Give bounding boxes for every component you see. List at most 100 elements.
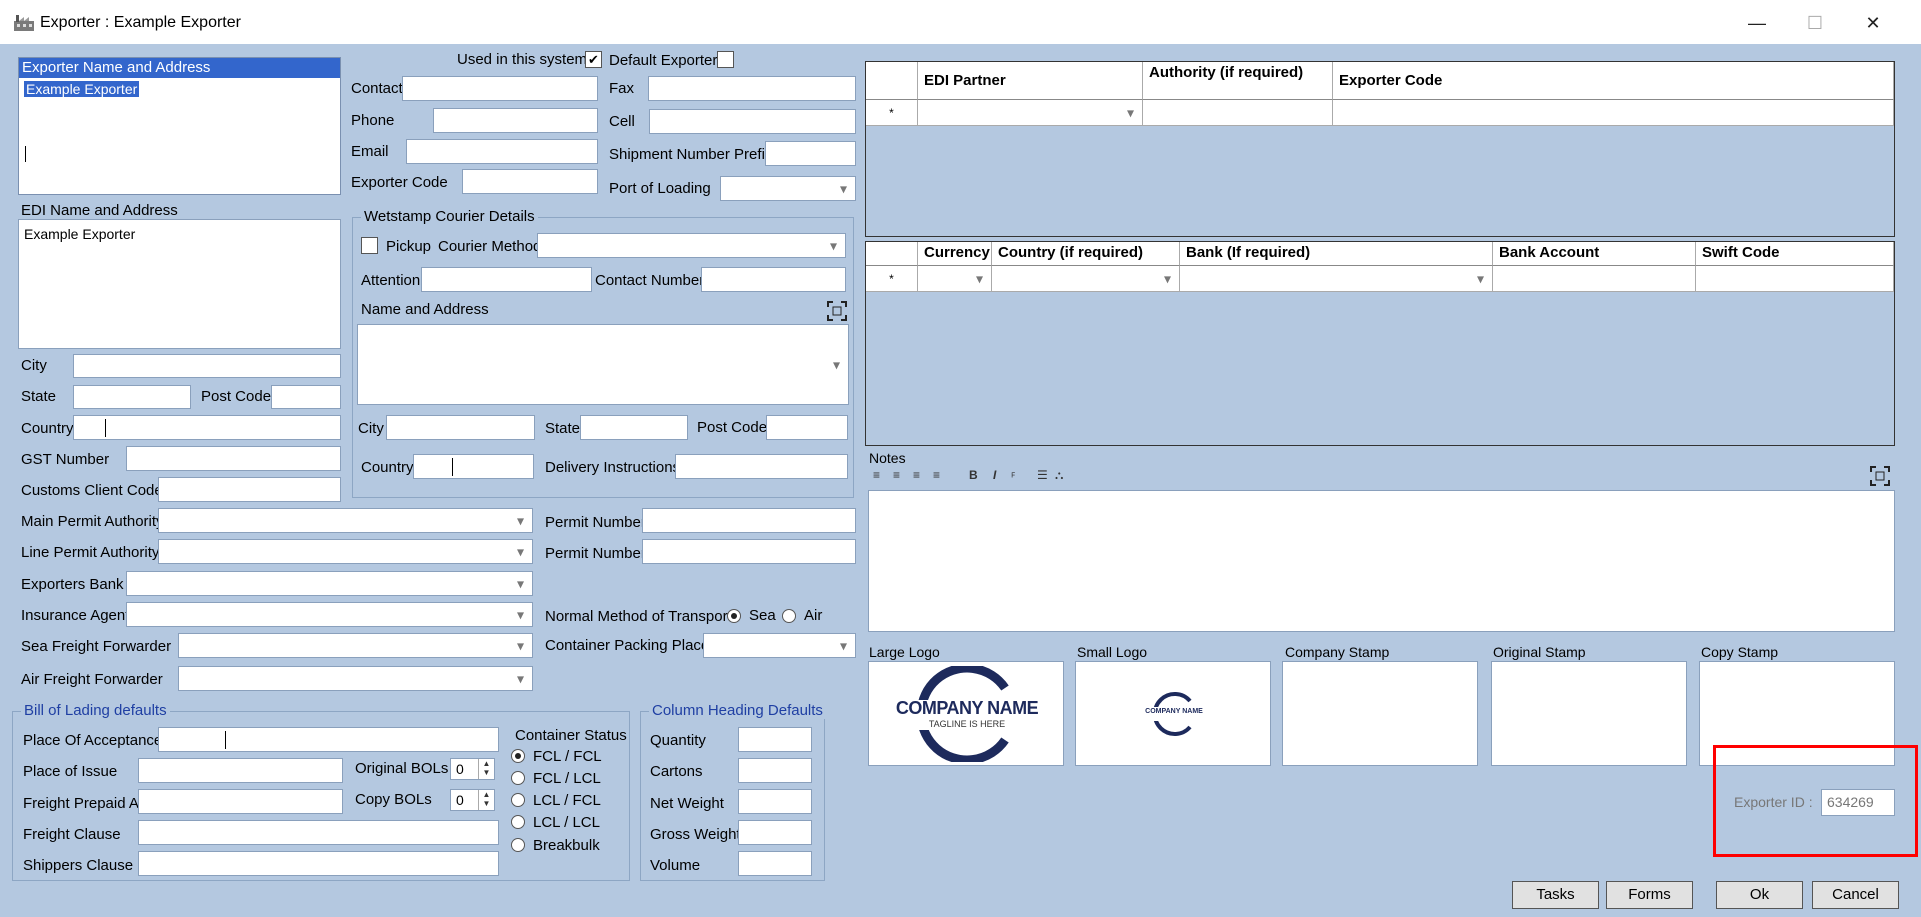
wet-city-label: City	[358, 420, 384, 437]
align-right-icon[interactable]: ≡	[913, 468, 920, 482]
prepaid-input[interactable]	[138, 789, 343, 814]
exporters-bank-select[interactable]	[126, 571, 533, 596]
permit2-input[interactable]	[642, 539, 856, 564]
courier-select[interactable]	[537, 233, 846, 258]
status-radio-lcl-lcl[interactable]	[511, 815, 525, 829]
stepper-arrows-icon[interactable]: ▲ ▼	[478, 759, 494, 779]
issue-input[interactable]	[138, 758, 343, 783]
volume-input[interactable]	[738, 851, 812, 876]
city-input[interactable]	[73, 354, 341, 378]
quantity-input[interactable]	[738, 727, 812, 752]
bullet-list-icon[interactable]: ☰	[1037, 468, 1048, 482]
edi-partner-header[interactable]: EDI Partner	[918, 62, 1143, 100]
wet-postcode-input[interactable]	[766, 415, 848, 440]
forms-button[interactable]: Forms	[1606, 881, 1693, 909]
align-center-icon[interactable]: ≡	[893, 468, 900, 482]
main-permit-select[interactable]	[158, 508, 533, 533]
line-permit-select[interactable]	[158, 539, 533, 564]
used-checkbox[interactable]: ✔	[585, 51, 602, 68]
sea-radio[interactable]	[727, 609, 741, 623]
original-stamp-box[interactable]	[1491, 661, 1687, 766]
customs-input[interactable]	[158, 477, 341, 502]
justify-icon[interactable]: ≡	[933, 468, 940, 482]
cartons-input[interactable]	[738, 758, 812, 783]
contact-no-input[interactable]	[701, 267, 846, 292]
wet-state-input[interactable]	[580, 415, 688, 440]
tasks-button[interactable]: Tasks	[1512, 881, 1599, 909]
small-logo-box[interactable]: COMPANY NAME	[1075, 661, 1271, 766]
notes-expand-icon[interactable]	[1870, 466, 1890, 486]
exporter-code-cell[interactable]	[1333, 100, 1894, 126]
edi-name-address-field[interactable]: Example Exporter	[18, 219, 341, 349]
phone-input[interactable]	[433, 108, 598, 133]
align-left-icon[interactable]: ≡	[873, 468, 880, 482]
fax-input[interactable]	[648, 76, 856, 101]
exporter-code-header[interactable]: Exporter Code	[1333, 62, 1894, 100]
large-logo-box[interactable]: COMPANY NAME TAGLINE IS HERE	[868, 661, 1064, 766]
bank-header[interactable]: Bank (If required)	[1180, 242, 1493, 266]
permit1-input[interactable]	[642, 508, 856, 533]
cancel-button[interactable]: Cancel	[1812, 881, 1899, 909]
font-icon[interactable]: ꟳ	[1011, 468, 1015, 485]
cell-input[interactable]	[649, 109, 856, 134]
email-input[interactable]	[406, 139, 598, 164]
wet-name-address-field[interactable]	[357, 324, 849, 405]
country-header[interactable]: Country (if required)	[992, 242, 1180, 266]
pickup-checkbox[interactable]	[361, 237, 378, 254]
currency-header[interactable]: Currency	[918, 242, 992, 266]
authority-header[interactable]: Authority (if required)	[1143, 62, 1333, 100]
net-weight-input[interactable]	[738, 789, 812, 814]
status-radio-fcl-fcl[interactable]	[511, 749, 525, 763]
port-select[interactable]	[720, 176, 856, 201]
ship-prefix-input[interactable]	[765, 141, 856, 166]
edi-partner-cell[interactable]	[918, 100, 1143, 126]
insurance-select[interactable]	[126, 602, 533, 627]
company-stamp-box[interactable]	[1282, 661, 1478, 766]
status-radio-breakbulk[interactable]	[511, 838, 525, 852]
status-radio-fcl-lcl[interactable]	[511, 771, 525, 785]
stepper-arrows-icon[interactable]: ▲ ▼	[478, 790, 494, 810]
sea-ff-select[interactable]	[178, 633, 533, 658]
ship-prefix-label: Shipment Number Prefix	[609, 146, 773, 163]
wet-country-input[interactable]	[413, 454, 534, 479]
swift-header[interactable]: Swift Code	[1696, 242, 1894, 266]
clause-input[interactable]	[138, 820, 499, 845]
exporter-code-input[interactable]	[462, 169, 598, 194]
expand-icon[interactable]	[827, 301, 847, 321]
postcode-input[interactable]	[271, 385, 341, 409]
country-input[interactable]	[73, 415, 341, 440]
swift-cell[interactable]	[1696, 266, 1894, 292]
state-input[interactable]	[73, 385, 191, 409]
find-icon[interactable]: ⛬	[1055, 468, 1063, 483]
bank-account-header[interactable]: Bank Account	[1493, 242, 1696, 266]
delivery-input[interactable]	[675, 454, 848, 479]
bold-icon[interactable]: B	[969, 468, 978, 482]
gst-input[interactable]	[126, 446, 341, 471]
default-checkbox[interactable]	[717, 51, 734, 68]
currency-cell[interactable]	[918, 266, 992, 292]
maximize-button[interactable]: ☐	[1794, 8, 1836, 38]
bank-account-cell[interactable]	[1493, 266, 1696, 292]
wet-city-input[interactable]	[386, 415, 535, 440]
shippers-input[interactable]	[138, 851, 499, 876]
container-place-select[interactable]	[703, 633, 856, 658]
ok-button[interactable]: Ok	[1716, 881, 1803, 909]
notes-editor[interactable]	[868, 490, 1895, 632]
contact-input[interactable]	[402, 76, 598, 101]
bank-cell[interactable]	[1180, 266, 1493, 292]
status-radio-lcl-fcl[interactable]	[511, 793, 525, 807]
country-cell[interactable]	[992, 266, 1180, 292]
italic-icon[interactable]: I	[993, 468, 996, 482]
bank-grid: Currency Country (if required) Bank (If …	[865, 241, 1895, 446]
orig-bols-stepper[interactable]: 0 ▲ ▼	[450, 758, 495, 780]
copy-bols-stepper[interactable]: 0 ▲ ▼	[450, 789, 495, 811]
close-button[interactable]: ✕	[1852, 8, 1894, 38]
gross-weight-input[interactable]	[738, 820, 812, 845]
air-ff-select[interactable]	[178, 666, 533, 691]
air-radio[interactable]	[782, 609, 796, 623]
attention-input[interactable]	[421, 267, 592, 292]
minimize-button[interactable]: —	[1736, 8, 1778, 38]
authority-cell[interactable]	[1143, 100, 1333, 126]
exporter-name-address-field[interactable]: Exporter Name and Address Example Export…	[18, 57, 341, 195]
acceptance-input[interactable]	[158, 727, 499, 752]
